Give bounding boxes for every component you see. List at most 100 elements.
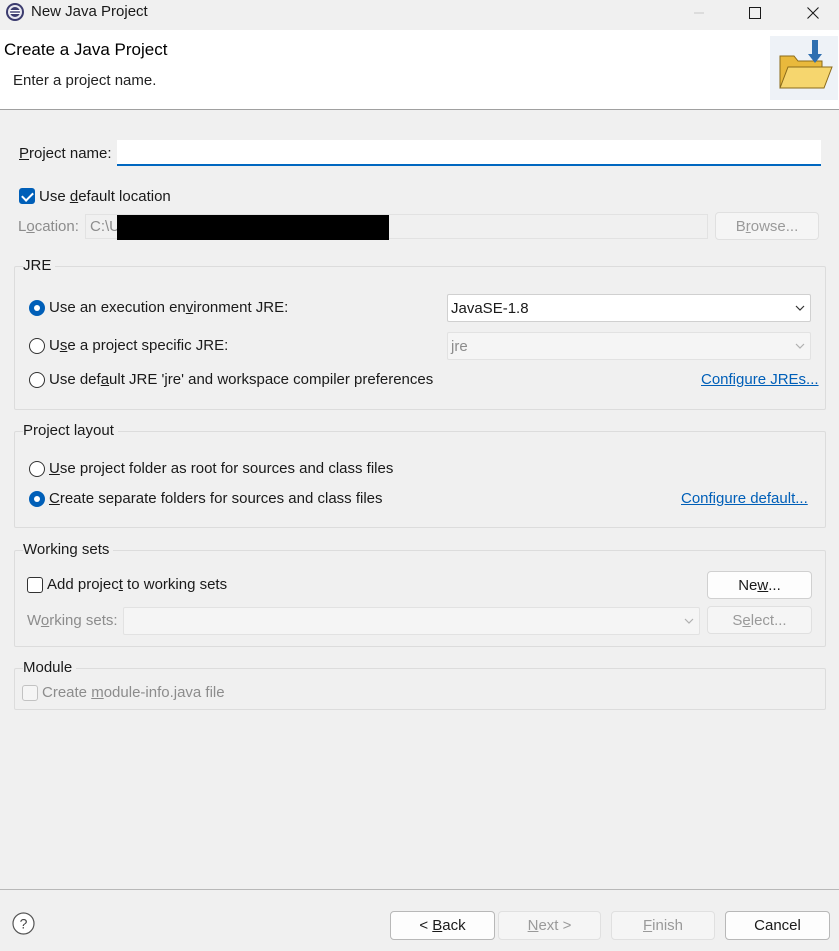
browse-pre: B xyxy=(735,217,746,235)
cancel-button[interactable]: Cancel xyxy=(725,911,830,940)
next-button[interactable]: Next > xyxy=(498,911,601,940)
jre-default-radio[interactable] xyxy=(29,372,45,388)
jre-exec-env-label[interactable]: Use an execution environment JRE: xyxy=(49,299,288,316)
specific-jre-select[interactable]: jre xyxy=(447,332,811,360)
layout-root-radio[interactable] xyxy=(29,461,45,477)
ws-label-mnemonic: o xyxy=(40,612,50,629)
create-module-info-label[interactable]: Create module-info.java file xyxy=(42,684,225,701)
project-name-label: Project name: xyxy=(19,145,112,162)
footer-separator xyxy=(0,889,839,890)
project-layout-group xyxy=(14,431,826,528)
layout-root-label[interactable]: Use project folder as root for sources a… xyxy=(49,460,393,477)
minimize-icon xyxy=(694,12,704,14)
layout-opt1-mnemonic: C xyxy=(49,490,60,507)
new-ws-pre: Ne xyxy=(738,576,758,594)
configure-jres-link[interactable]: Configure JREs... xyxy=(701,371,819,388)
jre-specific-radio[interactable] xyxy=(29,338,45,354)
jre-opt1-post: e a project specific JRE: xyxy=(67,337,229,354)
layout-opt1-post: reate separate folders for sources and c… xyxy=(59,490,383,507)
chevron-down-icon xyxy=(795,343,805,349)
finish-button[interactable]: Finish xyxy=(611,911,715,940)
browse-button[interactable]: Br owse... xyxy=(715,212,819,240)
new-working-set-button[interactable]: Ne w... xyxy=(707,571,812,599)
next-mnemonic: N xyxy=(527,917,539,934)
use-default-location-label[interactable]: Use default location xyxy=(39,188,171,205)
maximize-button[interactable] xyxy=(732,0,778,26)
chevron-down-icon xyxy=(795,305,805,311)
next-post: ext > xyxy=(538,917,572,934)
wizard-title: Create a Java Project xyxy=(4,40,168,59)
jre-opt1-pre: U xyxy=(49,337,60,354)
back-button[interactable]: < Back xyxy=(390,911,495,940)
svg-text:?: ? xyxy=(20,916,28,932)
layout-separate-radio[interactable] xyxy=(29,491,45,507)
project-name-label-mnemonic: P xyxy=(19,145,30,162)
browse-post: owse... xyxy=(750,217,799,235)
add-to-working-sets-label[interactable]: Add project to working sets xyxy=(47,576,227,593)
working-sets-select[interactable] xyxy=(123,607,700,635)
back-pre: < xyxy=(419,917,433,934)
wizard-header: Create a Java Project Enter a project na… xyxy=(0,30,839,110)
working-sets-group-title: Working sets xyxy=(23,541,114,558)
jre-group-title: JRE xyxy=(23,257,56,274)
jre-exec-env-radio[interactable] xyxy=(29,300,45,316)
jre-specific-label[interactable]: Use a project specific JRE: xyxy=(49,337,228,354)
layout-separate-label[interactable]: Create separate folders for sources and … xyxy=(49,490,383,507)
jre-opt0-post: ironment JRE: xyxy=(193,299,289,316)
specific-jre-value: jre xyxy=(451,337,468,355)
module-group-title: Module xyxy=(23,659,77,676)
jre-default-label[interactable]: Use default JRE 'jre' and workspace comp… xyxy=(49,371,433,388)
jre-opt0-pre: Use an execution en xyxy=(49,299,186,316)
location-label: Location: xyxy=(18,218,79,235)
exec-env-select[interactable]: JavaSE-1.8 xyxy=(447,294,811,322)
minimize-button[interactable] xyxy=(676,0,722,26)
add-ws-post: to working sets xyxy=(122,576,228,593)
new-folder-wizard-icon xyxy=(770,36,838,100)
finish-post: inish xyxy=(652,917,684,934)
close-icon xyxy=(807,7,819,19)
select-ws-post: lect... xyxy=(750,611,787,629)
module-pre: Create xyxy=(42,684,92,701)
location-label-mnemonic: o xyxy=(26,218,35,235)
jre-opt2-mnemonic: a xyxy=(100,371,110,388)
wizard-subtitle: Enter a project name. xyxy=(13,72,157,89)
jre-opt2-post: ult JRE 'jre' and workspace compiler pre… xyxy=(109,371,434,388)
title-bar: New Java Project xyxy=(0,0,839,26)
create-module-info-checkbox[interactable] xyxy=(22,685,38,701)
add-ws-pre: Add projec xyxy=(47,576,119,593)
close-window-button[interactable] xyxy=(790,0,836,26)
ws-label-post: rking sets: xyxy=(49,612,118,629)
add-to-working-sets-checkbox[interactable] xyxy=(27,577,43,593)
working-sets-label: Working sets: xyxy=(27,612,118,629)
redacted-region xyxy=(117,215,389,240)
location-label-post: cation: xyxy=(34,218,79,235)
eclipse-gear-icon xyxy=(6,3,24,21)
configure-default-link[interactable]: Configure default... xyxy=(681,490,808,507)
project-name-label-post: roject name: xyxy=(29,145,112,162)
layout-opt0-post: se project folder as root for sources an… xyxy=(59,460,394,477)
project-name-input[interactable] xyxy=(117,140,821,166)
help-icon[interactable]: ? xyxy=(12,912,35,935)
new-ws-post: ... xyxy=(768,576,781,594)
module-post: odule-info.java file xyxy=(103,684,225,701)
maximize-icon xyxy=(749,7,761,19)
back-mnemonic: B xyxy=(432,917,443,934)
new-ws-mnemonic: w xyxy=(757,576,769,594)
exec-env-value: JavaSE-1.8 xyxy=(451,299,529,317)
finish-mnemonic: F xyxy=(642,917,653,934)
use-default-location-checkbox[interactable] xyxy=(19,188,35,204)
jre-opt2-pre: Use def xyxy=(49,371,101,388)
project-layout-group-title: Project layout xyxy=(23,422,118,439)
location-value: C:\U xyxy=(90,218,120,235)
back-post: ack xyxy=(442,917,466,934)
chevron-down-icon xyxy=(684,618,694,624)
use-default-mnemonic: d xyxy=(69,188,79,205)
select-ws-pre: S xyxy=(732,611,743,629)
select-ws-mnemonic: e xyxy=(742,611,751,629)
window-title: New Java Project xyxy=(31,3,148,20)
use-default-pre: Use xyxy=(39,188,70,205)
select-working-sets-button[interactable]: Se lect... xyxy=(707,606,812,634)
use-default-post: efault location xyxy=(78,188,171,205)
module-mnemonic: m xyxy=(91,684,104,701)
ws-label-pre: W xyxy=(27,612,41,629)
